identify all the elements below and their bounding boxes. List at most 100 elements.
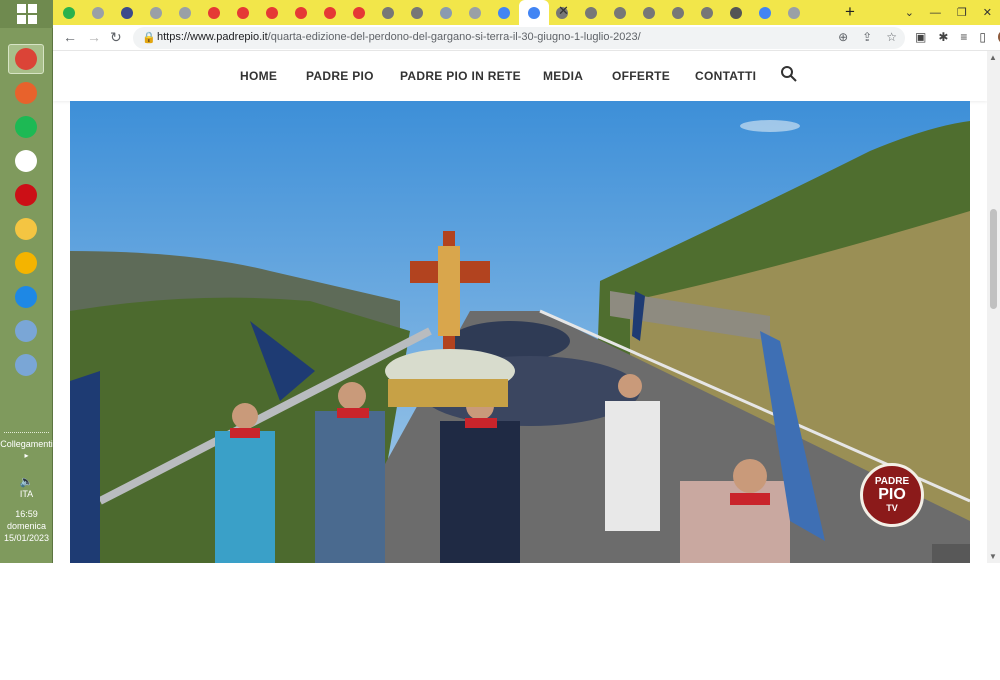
desktop-taskbar: Collegamenti ▸ 🔈 ITA 16:59 domenica 15/0… bbox=[0, 0, 53, 563]
new-tab-button[interactable]: + bbox=[845, 2, 855, 22]
browser-tab[interactable] bbox=[374, 3, 401, 22]
page-scrollbar[interactable]: ▲ ▼ bbox=[987, 51, 1000, 563]
network-label[interactable]: Collegamenti bbox=[0, 438, 53, 450]
taskbar-app-paint-alt[interactable] bbox=[8, 350, 44, 380]
windows-logo-icon bbox=[16, 4, 37, 24]
taskbar-app-internet-explorer[interactable] bbox=[8, 282, 44, 312]
tab-favicon-icon bbox=[528, 6, 540, 19]
language-indicator[interactable]: ITA bbox=[0, 488, 53, 500]
lock-icon[interactable]: 🔒 bbox=[142, 31, 156, 44]
clock-day: domenica bbox=[6, 521, 47, 531]
browser-tab[interactable] bbox=[432, 3, 459, 22]
tab-favicon-icon bbox=[381, 6, 394, 19]
nav-home[interactable]: HOME bbox=[240, 69, 277, 83]
nav-offerte[interactable]: OFFERTE bbox=[612, 69, 670, 83]
windows-start-button[interactable] bbox=[0, 0, 53, 28]
taskbar-app-chrome[interactable] bbox=[8, 44, 44, 74]
browser-tab[interactable] bbox=[113, 3, 140, 22]
browser-tab[interactable] bbox=[664, 3, 691, 22]
address-bar[interactable]: 🔒 https://www.padrepio.it/quarta-edizion… bbox=[133, 27, 905, 49]
taskbar-app-chrome-canary[interactable] bbox=[8, 248, 44, 278]
nav-contatti[interactable]: CONTATTI bbox=[695, 69, 756, 83]
tab-favicon-icon bbox=[207, 6, 220, 19]
browser-tab[interactable] bbox=[722, 3, 749, 22]
browser-tab[interactable] bbox=[345, 3, 372, 22]
taskbar-app-file-explorer[interactable] bbox=[8, 214, 44, 244]
taskbar-app-paint[interactable] bbox=[8, 316, 44, 346]
browser-tab[interactable] bbox=[461, 3, 488, 22]
minimize-button[interactable]: — bbox=[930, 7, 941, 19]
back-button[interactable]: ← bbox=[63, 29, 77, 45]
puzzle-icon[interactable]: ✱ bbox=[938, 30, 948, 44]
scroll-down-arrow-icon[interactable]: ▼ bbox=[989, 552, 997, 561]
tab-favicon-icon bbox=[236, 6, 249, 19]
tab-favicon-icon bbox=[700, 6, 713, 19]
tab-favicon-icon bbox=[584, 6, 597, 19]
taskbar-app-document[interactable] bbox=[8, 146, 44, 176]
paint-icon bbox=[15, 320, 37, 342]
url-domain: https://www.padrepio.it bbox=[157, 31, 268, 43]
clock-time[interactable]: 16:59 bbox=[0, 508, 53, 520]
restore-button[interactable]: ❐ bbox=[957, 6, 967, 19]
tab-favicon-icon bbox=[178, 6, 191, 19]
browser-tab[interactable] bbox=[577, 3, 604, 22]
clock-date: 15/01/2023 bbox=[3, 533, 50, 543]
active-browser-tab[interactable] bbox=[519, 0, 549, 25]
browser-tab[interactable] bbox=[84, 3, 111, 22]
tab-favicon-icon bbox=[265, 6, 278, 19]
tab-favicon-icon bbox=[149, 6, 162, 19]
browser-tab[interactable] bbox=[606, 3, 633, 22]
tab-favicon-icon bbox=[120, 6, 133, 19]
nav-padre-pio[interactable]: PADRE PIO bbox=[306, 69, 374, 83]
nav-media[interactable]: MEDIA bbox=[543, 69, 583, 83]
system-tray: Collegamenti ▸ 🔈 ITA 16:59 domenica 15/0… bbox=[0, 430, 53, 544]
browser-tab-strip: ✕ + ⌄ — ❐ ✕ bbox=[53, 0, 1000, 25]
tab-favicon-icon bbox=[323, 6, 336, 19]
browser-tab[interactable] bbox=[229, 3, 256, 22]
share-icon[interactable]: ⇪ bbox=[862, 30, 872, 44]
scrollbar-thumb[interactable] bbox=[990, 209, 997, 309]
browser-tab[interactable] bbox=[171, 3, 198, 22]
chrome-canary-icon bbox=[15, 252, 37, 274]
browser-tab[interactable] bbox=[403, 3, 430, 22]
browser-tab[interactable] bbox=[316, 3, 343, 22]
tab-favicon-icon bbox=[62, 6, 75, 19]
tab-favicon-icon bbox=[729, 6, 742, 19]
chevron-right-icon[interactable]: ▸ bbox=[0, 450, 53, 462]
tab-search-icon[interactable]: ⌄ bbox=[905, 6, 914, 19]
page-viewport: HOME PADRE PIO PADRE PIO IN RETE MEDIA O… bbox=[53, 51, 987, 563]
taskbar-app-photos[interactable] bbox=[8, 78, 44, 108]
nav-padre-pio-in-rete[interactable]: PADRE PIO IN RETE bbox=[400, 69, 521, 83]
extension-icon[interactable]: ▣ bbox=[915, 30, 926, 44]
url-text[interactable]: https://www.padrepio.it/quarta-edizione-… bbox=[157, 31, 641, 43]
close-window-button[interactable]: ✕ bbox=[983, 6, 992, 19]
browser-tab[interactable] bbox=[200, 3, 227, 22]
reload-button[interactable]: ↻ bbox=[110, 29, 122, 46]
browser-tab[interactable] bbox=[490, 3, 517, 22]
tab-favicon-icon bbox=[787, 6, 800, 19]
pilgrimage-video[interactable]: PADRE PIO TV ︿ PIO ftPin⎙✉✆ bbox=[70, 101, 970, 563]
browser-tab[interactable] bbox=[142, 3, 169, 22]
browser-tab[interactable] bbox=[780, 3, 807, 22]
side-panel-icon[interactable]: ▯ bbox=[979, 30, 986, 44]
media-controls-icon[interactable]: ≡ bbox=[960, 30, 967, 44]
browser-tab[interactable] bbox=[55, 3, 82, 22]
browser-tab[interactable] bbox=[693, 3, 720, 22]
close-tab-icon[interactable]: ✕ bbox=[558, 3, 569, 19]
paint-alt-icon bbox=[15, 354, 37, 376]
back-to-top-button[interactable]: ︿ bbox=[932, 544, 970, 563]
browser-tab[interactable] bbox=[258, 3, 285, 22]
search-icon[interactable] bbox=[780, 65, 798, 83]
opera-icon bbox=[15, 184, 37, 206]
scroll-up-arrow-icon[interactable]: ▲ bbox=[989, 53, 997, 62]
browser-tab[interactable] bbox=[635, 3, 662, 22]
zoom-icon[interactable]: ⊕ bbox=[838, 30, 848, 44]
browser-tab[interactable] bbox=[751, 3, 778, 22]
volume-icon[interactable]: 🔈 bbox=[0, 476, 53, 488]
taskbar-app-spotify[interactable] bbox=[8, 112, 44, 142]
taskbar-app-opera[interactable] bbox=[8, 180, 44, 210]
browser-toolbar: ← → ↻ 🔒 https://www.padrepio.it/quarta-e… bbox=[53, 25, 1000, 51]
forward-button[interactable]: → bbox=[87, 29, 101, 45]
bookmark-star-icon[interactable]: ☆ bbox=[886, 30, 897, 44]
browser-tab[interactable] bbox=[287, 3, 314, 22]
